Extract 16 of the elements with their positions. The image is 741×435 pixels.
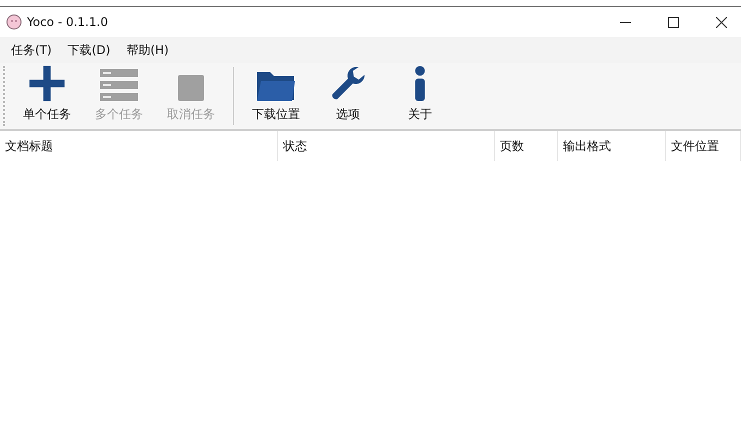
info-icon <box>413 65 427 102</box>
stop-icon <box>177 74 205 102</box>
close-icon[interactable] <box>716 16 727 28</box>
window-title: Yoco - 0.1.1.0 <box>27 15 108 29</box>
wrench-icon <box>329 65 367 102</box>
list-icon <box>99 68 139 102</box>
toolbar-button[interactable]: 选项 <box>312 65 384 127</box>
menu-item[interactable]: 帮助(H) <box>121 40 174 60</box>
menu-item[interactable]: 任务(T) <box>6 40 57 60</box>
app-icon <box>6 14 22 30</box>
toolbar-button[interactable]: 单个任务 <box>11 65 83 127</box>
plus-icon <box>27 65 67 102</box>
maximize-icon[interactable] <box>668 16 679 28</box>
toolbar-button[interactable]: 下载位置 <box>240 65 312 127</box>
menu-item[interactable]: 下载(D) <box>62 40 116 60</box>
toolbar-button[interactable]: 关于 <box>384 65 456 127</box>
